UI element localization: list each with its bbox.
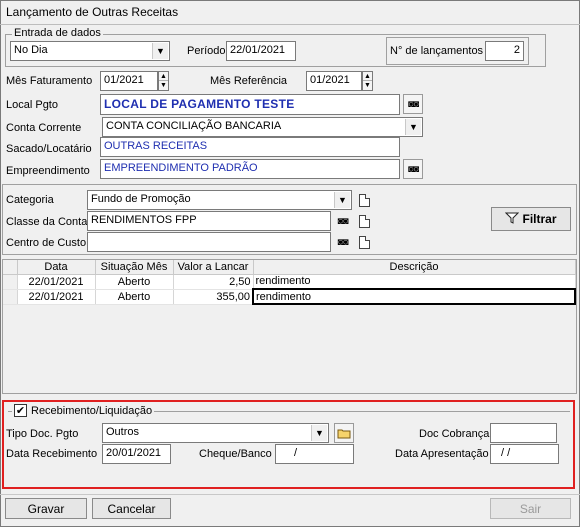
tipo-combo[interactable]: No Dia ▼ — [10, 41, 170, 61]
periodo-label: Período — [187, 45, 226, 57]
title-divider — [0, 24, 580, 25]
cell-situacao[interactable]: Aberto — [95, 274, 174, 290]
folder-icon[interactable] — [334, 423, 354, 443]
classe-field[interactable]: RENDIMENTOS FPP — [87, 211, 331, 231]
cell-valor[interactable]: 355,00 — [173, 289, 254, 305]
classe-label: Classe da Conta — [6, 216, 88, 228]
funnel-icon — [505, 212, 520, 227]
chevron-down-icon[interactable]: ▼ — [334, 192, 350, 208]
new-document-icon[interactable] — [356, 190, 373, 210]
row-indicator — [3, 274, 18, 290]
table-row[interactable]: 22/01/2021 Aberto 355,00 rendimento — [3, 288, 576, 305]
tipo-doc-value: Outros — [106, 426, 140, 438]
cancelar-button[interactable]: Cancelar — [92, 498, 171, 519]
row-indicator — [3, 289, 18, 305]
mes-ref-field[interactable]: 01/2021 — [306, 71, 362, 91]
conta-combo-value: CONTA CONCILIAÇÃO BANCARIA — [106, 120, 282, 132]
binoculars-icon[interactable]: ◙◙ — [403, 159, 423, 179]
mes-fat-label: Mês Faturamento — [6, 75, 93, 87]
mes-fat-spinner[interactable]: ▲ ▼ — [158, 71, 169, 91]
table-row[interactable]: 22/01/2021 Aberto 2,50 rendimento — [3, 274, 576, 290]
cell-data[interactable]: 22/01/2021 — [17, 289, 96, 305]
cell-situacao[interactable]: Aberto — [95, 289, 174, 305]
data-apres-label: Data Apresentação — [395, 448, 489, 460]
data-apres-field[interactable]: / / — [490, 444, 559, 464]
sacado-field[interactable]: OUTRAS RECEITAS — [100, 137, 400, 157]
mes-ref-spinner[interactable]: ▲ ▼ — [362, 71, 373, 91]
mes-ref-label: Mês Referência — [210, 75, 288, 87]
spin-down-icon[interactable]: ▼ — [363, 81, 372, 90]
entrada-legend: Entrada de dados — [12, 27, 103, 39]
empreend-label: Empreendimento — [6, 165, 90, 177]
categoria-label: Categoria — [6, 194, 54, 206]
recebimento-checkbox[interactable]: ✔ — [14, 404, 27, 417]
doc-cobranca-label: Doc Cobrança — [419, 428, 490, 440]
new-document-icon[interactable] — [356, 211, 373, 231]
table-header-row: Data Situação Mês Valor a Lancar Descriç… — [3, 260, 576, 275]
spin-up-icon[interactable]: ▲ — [363, 72, 372, 81]
spin-down-icon[interactable]: ▼ — [159, 81, 168, 90]
centro-label: Centro de Custo — [6, 237, 87, 249]
column-header[interactable]: Descrição — [253, 260, 576, 275]
chevron-down-icon[interactable]: ▼ — [152, 43, 168, 59]
recebimento-legend: Recebimento/Liquidação — [31, 404, 153, 417]
categoria-combo-value: Fundo de Promoção — [91, 193, 191, 205]
cell-data[interactable]: 22/01/2021 — [17, 274, 96, 290]
window-title: Lançamento de Outras Receitas — [6, 5, 179, 19]
data-receb-field[interactable]: 20/01/2021 — [102, 444, 171, 464]
row-indicator-header — [3, 260, 18, 275]
cheque-label: Cheque/Banco — [199, 448, 272, 460]
binoculars-icon[interactable]: ◙◙ — [403, 94, 423, 114]
sair-button[interactable]: Sair — [490, 498, 571, 519]
num-lanc-label: N° de lançamentos — [390, 45, 484, 57]
spin-up-icon[interactable]: ▲ — [159, 72, 168, 81]
sacado-label: Sacado/Locatário — [6, 143, 92, 155]
data-receb-label: Data Recebimento — [6, 448, 98, 460]
tipo-combo-value: No Dia — [14, 44, 48, 56]
filtrar-button[interactable]: Filtrar — [491, 207, 571, 231]
binoculars-icon[interactable]: ◙◙ — [334, 211, 351, 231]
cell-valor[interactable]: 2,50 — [173, 274, 254, 290]
centro-field[interactable] — [87, 232, 331, 252]
num-lanc-field[interactable]: 2 — [485, 41, 524, 61]
footer-divider — [0, 494, 580, 495]
column-header[interactable]: Situação Mês — [95, 260, 174, 275]
categoria-combo[interactable]: Fundo de Promoção ▼ — [87, 190, 352, 210]
cell-descricao[interactable]: rendimento — [252, 288, 576, 305]
column-header[interactable]: Data — [17, 260, 96, 275]
column-header[interactable]: Valor a Lancar — [173, 260, 254, 275]
filtrar-label: Filtrar — [522, 212, 557, 226]
tipo-doc-combo[interactable]: Outros ▼ — [102, 423, 329, 443]
binoculars-icon[interactable]: ◙◙ — [334, 232, 351, 252]
cell-descricao[interactable]: rendimento — [253, 274, 576, 290]
chevron-down-icon[interactable]: ▼ — [405, 119, 421, 135]
doc-cobranca-field[interactable] — [490, 423, 557, 443]
cheque-field[interactable]: / — [275, 444, 354, 464]
local-label: Local Pgto — [6, 99, 58, 111]
tipo-doc-label: Tipo Doc. Pgto — [6, 428, 79, 440]
chevron-down-icon[interactable]: ▼ — [311, 425, 327, 441]
conta-label: Conta Corrente — [6, 122, 82, 134]
gravar-button[interactable]: Gravar — [5, 498, 87, 519]
periodo-field[interactable]: 22/01/2021 — [226, 41, 296, 61]
grid-panel: Data Situação Mês Valor a Lancar Descriç… — [2, 259, 577, 394]
new-document-icon[interactable] — [356, 232, 373, 252]
lancamentos-table: Data Situação Mês Valor a Lancar Descriç… — [3, 260, 576, 305]
recebimento-legend-wrap: ✔ Recebimento/Liquidação — [12, 404, 155, 417]
conta-combo[interactable]: CONTA CONCILIAÇÃO BANCARIA ▼ — [102, 117, 423, 137]
local-field[interactable]: LOCAL DE PAGAMENTO TESTE — [100, 94, 400, 115]
mes-fat-field[interactable]: 01/2021 — [100, 71, 158, 91]
empreend-field[interactable]: EMPREENDIMENTO PADRÃO — [100, 159, 400, 179]
